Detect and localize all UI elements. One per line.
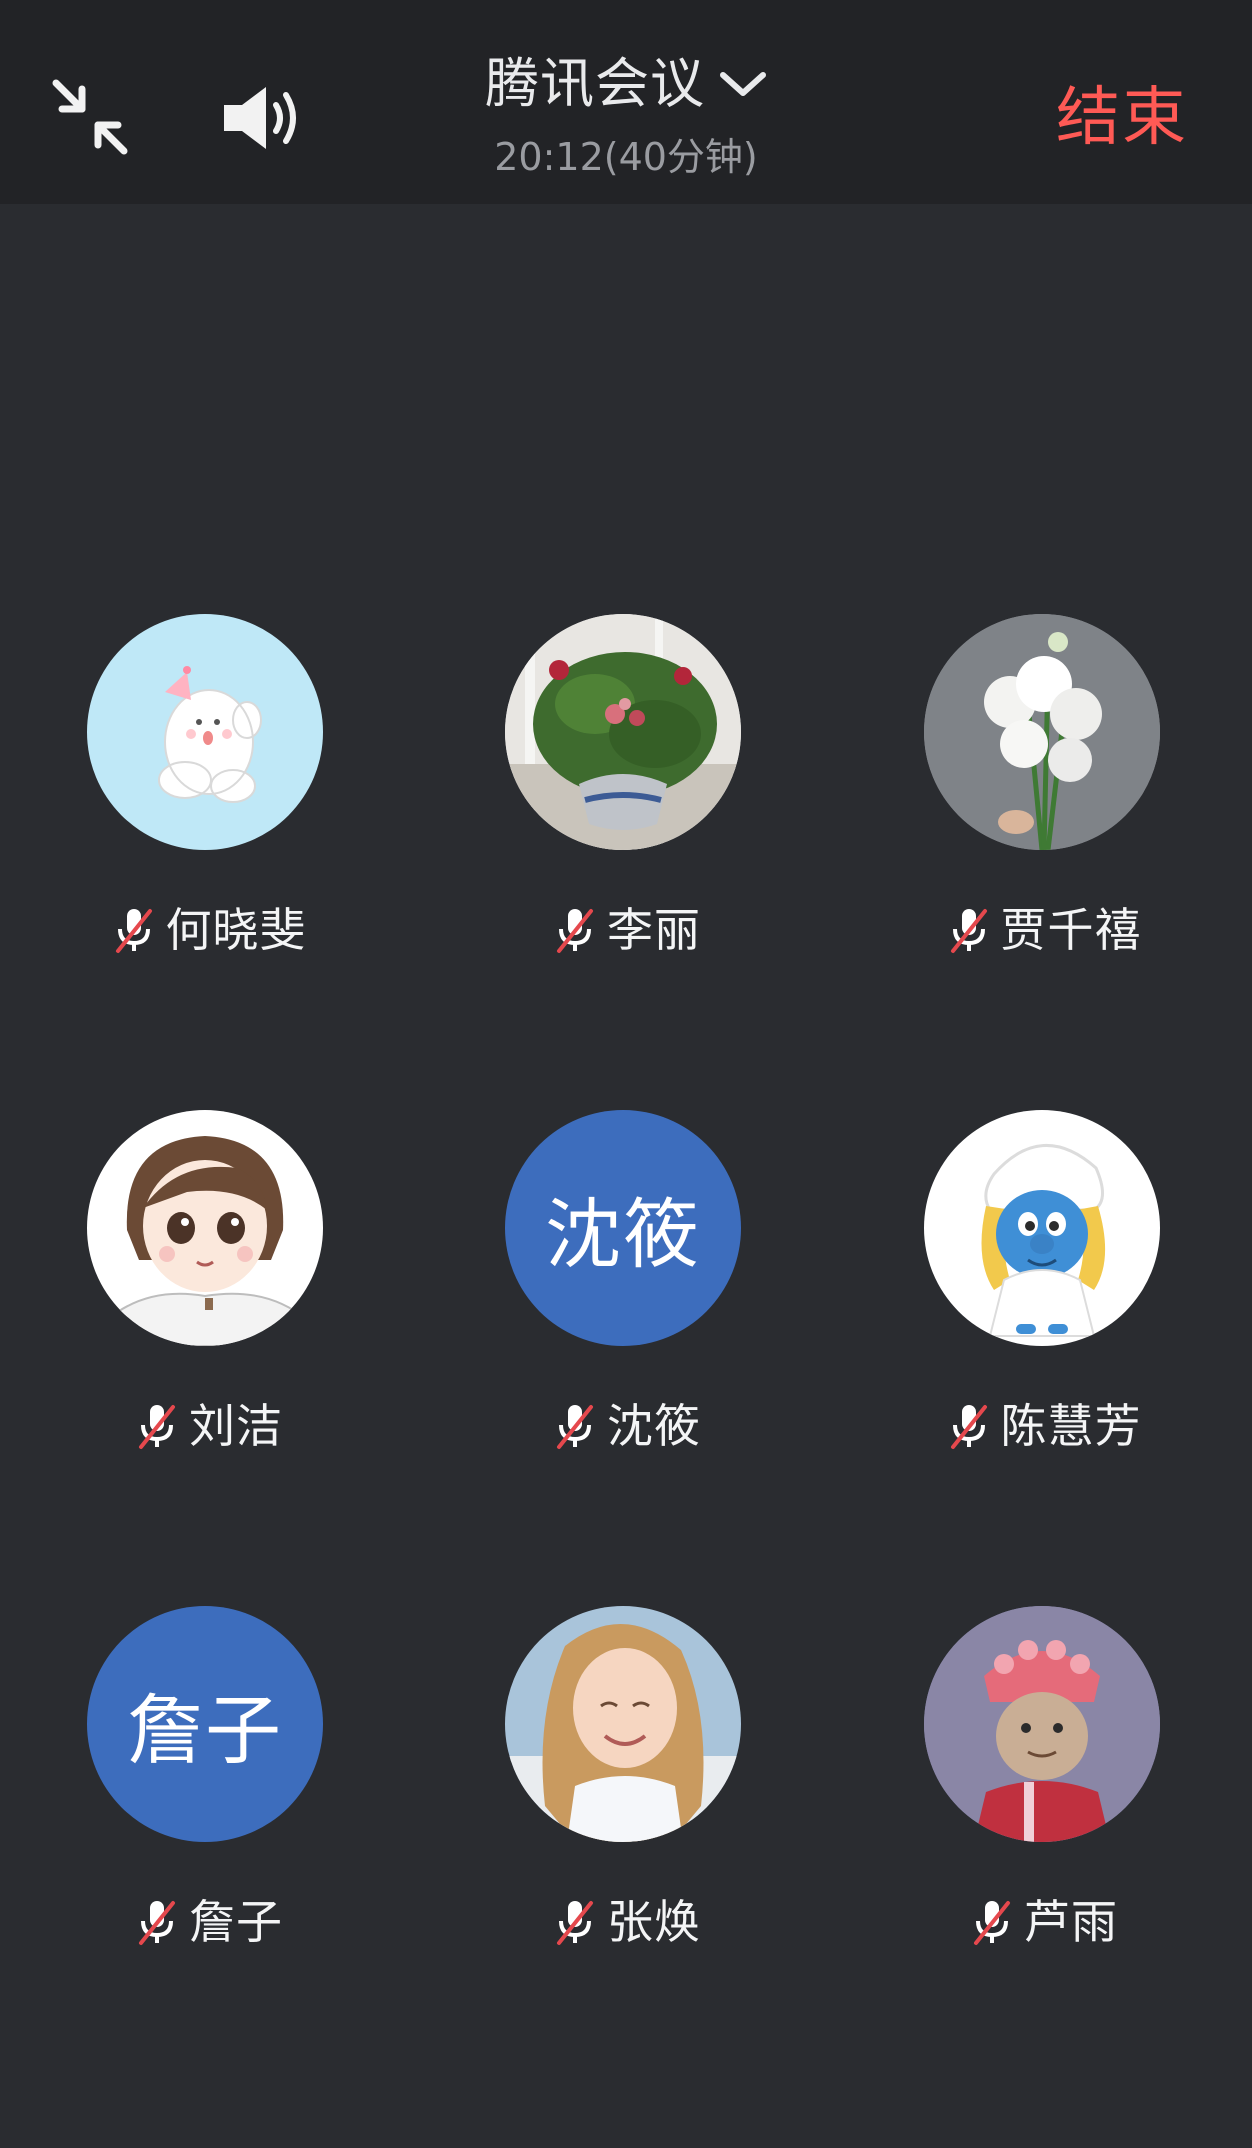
participant-tile[interactable]: 贾千禧 [836, 614, 1252, 1110]
participant-tile[interactable]: 张焕 [418, 1606, 836, 2102]
participant-name-row: 芦雨 [836, 1892, 1252, 1952]
mic-muted-icon [950, 909, 987, 953]
participant-name-row: 张焕 [418, 1892, 836, 1952]
participant-name: 何晓斐 [165, 903, 307, 957]
participant-name-row: 李丽 [418, 900, 836, 960]
participant-row: 何晓斐 李丽 贾千禧 [0, 614, 1252, 1110]
participant-name: 陈慧芳 [1000, 1399, 1142, 1453]
participant-name-row: 陈慧芳 [836, 1396, 1252, 1456]
mic-muted-icon [557, 909, 593, 953]
mic-muted-icon [139, 1901, 175, 1945]
chevron-down-icon [720, 72, 766, 96]
avatar [505, 614, 741, 850]
mic-muted-icon [557, 1405, 593, 1449]
participant-name-row: 何晓斐 [0, 900, 418, 960]
participant-name-row: 沈筱 [418, 1396, 836, 1456]
avatar [924, 1606, 1160, 1842]
participant-name: 芦雨 [1024, 1895, 1118, 1949]
avatar [505, 1606, 741, 1842]
participant-name-row: 刘洁 [0, 1396, 418, 1456]
participant-name: 沈筱 [607, 1399, 701, 1453]
avatar: 沈筱 [505, 1110, 741, 1346]
avatar [924, 614, 1160, 850]
participant-tile[interactable]: 詹子 詹子 [0, 1606, 418, 2102]
participant-tile[interactable]: 李丽 [418, 614, 836, 1110]
avatar [87, 614, 323, 850]
meeting-title: 腾讯会议 [485, 52, 705, 115]
participant-name: 贾千禧 [1000, 903, 1142, 957]
participant-tile[interactable]: 刘洁 [0, 1110, 418, 1606]
mic-muted-icon [950, 1405, 987, 1449]
participant-name: 刘洁 [189, 1399, 283, 1453]
participant-grid: 何晓斐 李丽 贾千禧 刘洁 沈筱 沈筱 陈慧芳 詹子 詹子 张焕 芦雨 [0, 614, 1252, 2102]
minimize-icon[interactable] [50, 72, 130, 162]
participant-name-row: 贾千禧 [836, 900, 1252, 960]
avatar [87, 1110, 323, 1346]
speaker-icon[interactable] [218, 74, 308, 162]
avatar: 詹子 [87, 1606, 323, 1842]
meeting-duration: 20:12(40分钟) [494, 135, 758, 179]
mic-muted-icon [557, 1901, 593, 1945]
mic-muted-icon [115, 909, 152, 953]
participant-tile[interactable]: 沈筱 沈筱 [418, 1110, 836, 1606]
participant-name: 张焕 [607, 1895, 701, 1949]
end-meeting-button[interactable]: 结束 [1056, 78, 1188, 158]
participant-tile[interactable]: 陈慧芳 [836, 1110, 1252, 1606]
participant-name: 詹子 [189, 1895, 283, 1949]
participant-name-row: 詹子 [0, 1892, 418, 1952]
participant-tile[interactable]: 何晓斐 [0, 614, 418, 1110]
meeting-header: 腾讯会议 20:12(40分钟) 结束 [0, 0, 1252, 204]
participant-row: 刘洁 沈筱 沈筱 陈慧芳 [0, 1110, 1252, 1606]
participant-tile[interactable]: 芦雨 [836, 1606, 1252, 2102]
avatar [924, 1110, 1160, 1346]
participant-row: 詹子 詹子 张焕 芦雨 [0, 1606, 1252, 2102]
participant-name: 李丽 [607, 903, 701, 957]
mic-muted-icon [974, 1901, 1010, 1945]
meeting-title-area[interactable]: 腾讯会议 20:12(40分钟) [420, 46, 832, 180]
mic-muted-icon [139, 1405, 175, 1449]
